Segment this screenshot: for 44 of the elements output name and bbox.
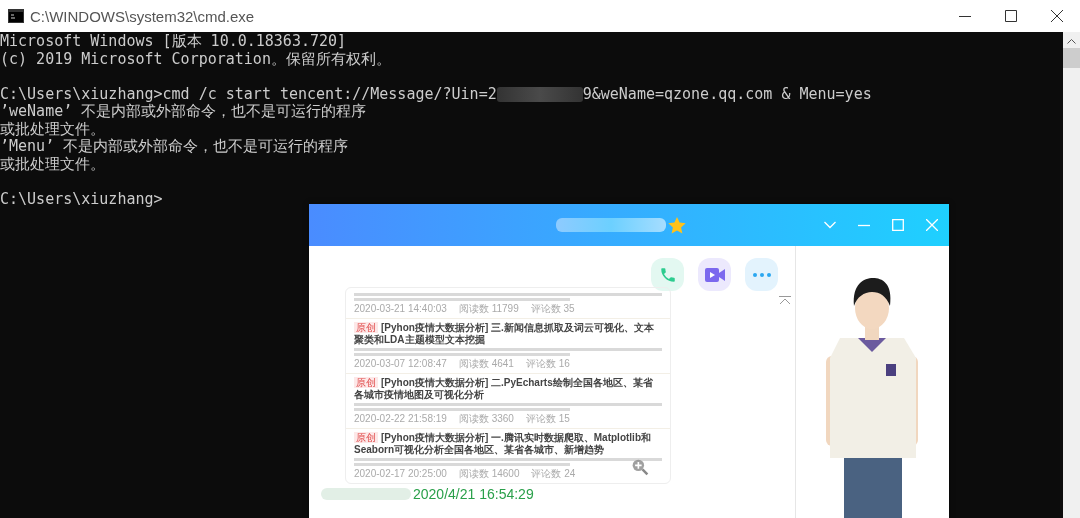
- video-call-button[interactable]: [698, 258, 731, 291]
- article-meta: 2020-02-22 21:58:19: [354, 413, 447, 425]
- article-meta: 2020-02-17 20:25:00: [354, 468, 447, 480]
- scrollbar-thumb[interactable]: [1063, 48, 1080, 68]
- article-meta: 评论数 24: [531, 468, 576, 480]
- console-line: ’Menu’ 不是内部或外部命令，也不是可运行的程序: [0, 138, 349, 156]
- article-meta: 阅读数 11799: [458, 303, 519, 315]
- article-meta: 2020-03-21 14:40:03: [354, 303, 447, 315]
- shared-screenshot[interactable]: [345, 287, 671, 484]
- zoom-in-icon[interactable]: [631, 458, 649, 476]
- console-line: C:\Users\xiuzhang>: [0, 190, 163, 208]
- console-line: ’weName’ 不是内部或外部命令，也不是可运行的程序: [0, 103, 367, 121]
- article-meta: 评论数 15: [525, 413, 570, 425]
- console-line: C:\Users\xiuzhang>cmd /c start tencent://Message/?Uin=2: [0, 85, 497, 103]
- message-time: 2020/4/21 16:54:29: [413, 486, 534, 502]
- star-icon: [668, 216, 686, 234]
- article-meta: 阅读数 3360: [458, 413, 514, 425]
- article-meta: 评论数 35: [530, 303, 575, 315]
- window-title: C:\WINDOWS\system32\cmd.exe: [30, 7, 256, 25]
- console-line: (c) 2019 Microsoft Corporation。保留所有权利。: [0, 50, 391, 68]
- more-icon: [752, 272, 771, 277]
- phone-call-button[interactable]: [651, 258, 684, 291]
- terminal-icon: [8, 9, 24, 23]
- close-icon: [926, 219, 938, 231]
- console-line: 或批处理文件。: [0, 120, 105, 138]
- scroll-to-top-icon[interactable]: [779, 296, 791, 305]
- more-button[interactable]: [745, 258, 778, 291]
- article-meta: 评论数 16: [525, 358, 570, 370]
- maximize-icon: [892, 219, 904, 231]
- scroll-up-icon[interactable]: [1067, 38, 1076, 44]
- console-line: 或批处理文件。: [0, 155, 105, 173]
- article-title[interactable]: 原创 [Pyhon疫情大数据分析] 三.新闻信息抓取及词云可视化、文本聚类和LDA主题模型文本挖掘: [354, 322, 662, 346]
- video-camera-icon: [704, 267, 725, 282]
- close-icon: [1051, 10, 1063, 22]
- article-title[interactable]: 原创 [Pyhon疫情大数据分析] 二.PyEcharts绘制全国各地区、某省各城市疫情地图及可视化分析: [354, 377, 662, 401]
- article-meta: 阅读数 14600: [458, 468, 520, 480]
- maximize-icon: [1005, 10, 1017, 22]
- console-line: Microsoft Windows [版本 10.0.18363.720]: [0, 33, 347, 51]
- phone-icon: [658, 265, 677, 284]
- article-title[interactable]: 原创 [Pyhon疫情大数据分析] 一.腾讯实时数据爬取、Matplotlib和Seaborn可视化分析全国各地区、某省各城市、新增趋势: [354, 432, 662, 456]
- article-meta: 2020-03-07 12:08:47: [354, 358, 447, 370]
- console-line: 9&weName=qzone.qq.com & Menu=yes: [582, 85, 872, 103]
- article-meta: 阅读数 4641: [458, 358, 514, 370]
- scrollbar[interactable]: [1063, 32, 1080, 518]
